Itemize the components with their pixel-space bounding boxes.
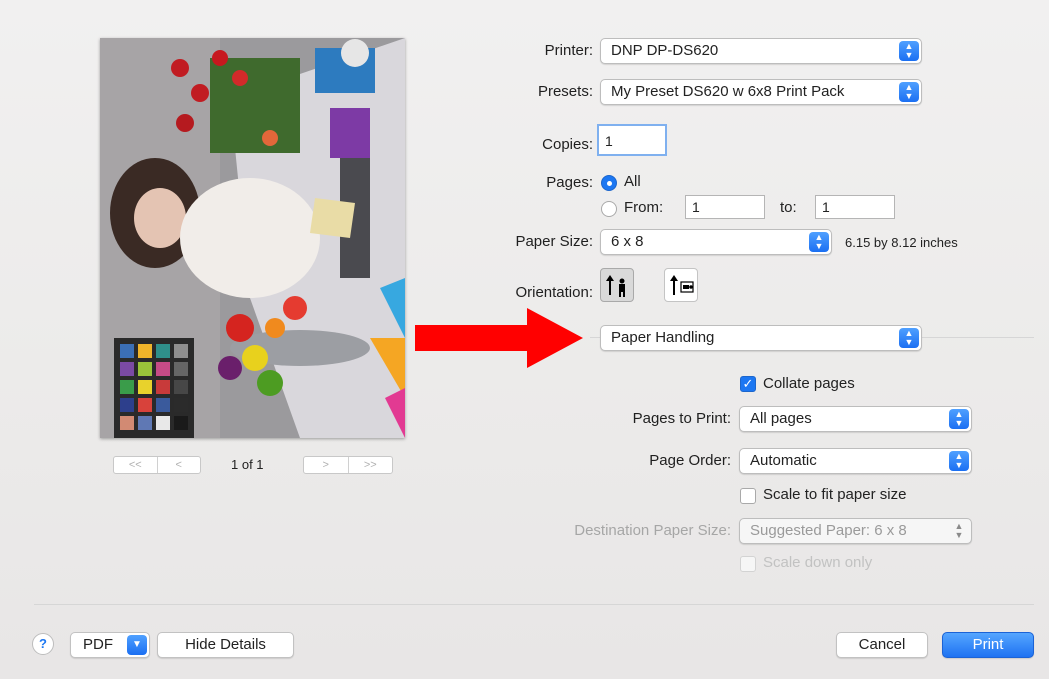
presets-label: Presets: [537,83,593,100]
popup-arrows-icon: ▲ ▼ [899,41,919,61]
cancel-button[interactable]: Cancel [836,632,928,658]
page-order-popup[interactable]: Automatic ▲ ▼ [739,448,972,474]
collate-checkbox[interactable]: ✓ [740,376,756,392]
previous-page-button[interactable]: < [156,457,201,473]
footer-separator-line [34,604,1034,605]
scale-to-fit-label: Scale to fit paper size [763,486,907,503]
last-page-button[interactable]: >> [347,457,393,473]
destination-paper-size-value: Suggested Paper: 6 x 8 [750,522,907,539]
red-arrow-annotation-icon [415,308,583,368]
popup-arrows-icon: ▲ ▼ [954,521,964,540]
popup-arrows-icon: ▲ ▼ [809,232,829,252]
paper-size-value: 6 x 8 [611,233,644,250]
collate-label: Collate pages [763,375,855,392]
hide-details-button[interactable]: Hide Details [157,632,294,658]
page-order-value: Automatic [750,452,817,469]
pages-from-radio[interactable] [601,201,617,217]
paper-size-dimensions: 6.15 by 8.12 inches [845,235,958,250]
popup-arrows-icon: ▲ ▼ [949,409,969,429]
copies-label: Copies: [542,136,593,153]
pages-to-label: to: [780,199,797,216]
pages-to-print-value: All pages [750,410,812,427]
portrait-orientation-button[interactable] [600,268,634,302]
pages-to-print-label: Pages to Print: [632,410,731,427]
preview-back-buttons[interactable]: << < [113,456,201,474]
destination-paper-size-popup[interactable]: Suggested Paper: 6 x 8 ▲ ▼ [739,518,972,544]
portrait-icon [606,275,625,297]
next-page-button[interactable]: > [304,457,348,473]
presets-value: My Preset DS620 w 6x8 Print Pack [611,83,845,100]
first-page-button[interactable]: << [114,457,157,473]
scale-down-only-label: Scale down only [763,554,873,571]
copies-field[interactable]: 1 [597,124,667,156]
paper-size-popup[interactable]: 6 x 8 ▲ ▼ [600,229,832,255]
pdf-label: PDF [83,636,113,653]
arrow-shape [415,308,583,368]
help-button[interactable]: ? [32,633,54,655]
section-popup[interactable]: Paper Handling ▲ ▼ [600,325,922,351]
chevron-down-icon: ▼ [127,635,147,655]
printer-popup[interactable]: DNP DP-DS620 ▲ ▼ [600,38,922,64]
pages-all-label: All [624,173,641,190]
popup-arrows-icon: ▲ ▼ [899,328,919,348]
orientation-label: Orientation: [515,284,593,301]
page-indicator: 1 of 1 [231,457,264,472]
pdf-menu-button[interactable]: PDF ▼ [70,632,150,658]
print-preview [100,38,405,438]
pages-label: Pages: [546,174,593,191]
landscape-icon [670,275,694,295]
pages-to-print-popup[interactable]: All pages ▲ ▼ [739,406,972,432]
pages-to-field[interactable]: 1 [815,195,895,219]
page-order-label: Page Order: [649,452,731,469]
scale-to-fit-checkbox[interactable] [740,488,756,504]
printer-value: DNP DP-DS620 [611,42,719,59]
destination-paper-size-label: Destination Paper Size: [574,522,731,539]
pages-all-radio[interactable] [601,175,617,191]
paper-size-label: Paper Size: [515,233,593,250]
print-button[interactable]: Print [942,632,1034,658]
printer-label: Printer: [544,42,593,59]
popup-arrows-icon: ▲ ▼ [949,451,969,471]
section-value: Paper Handling [611,329,715,346]
pages-from-field[interactable]: 1 [685,195,765,219]
help-icon: ? [39,636,47,651]
presets-popup[interactable]: My Preset DS620 w 6x8 Print Pack ▲ ▼ [600,79,922,105]
preview-forward-buttons[interactable]: > >> [303,456,393,474]
scale-down-only-checkbox[interactable] [740,556,756,572]
pages-from-label: From: [624,199,664,216]
popup-arrows-icon: ▲ ▼ [899,82,919,102]
preview-photo-graphic [100,38,405,438]
landscape-orientation-button[interactable] [664,268,698,302]
